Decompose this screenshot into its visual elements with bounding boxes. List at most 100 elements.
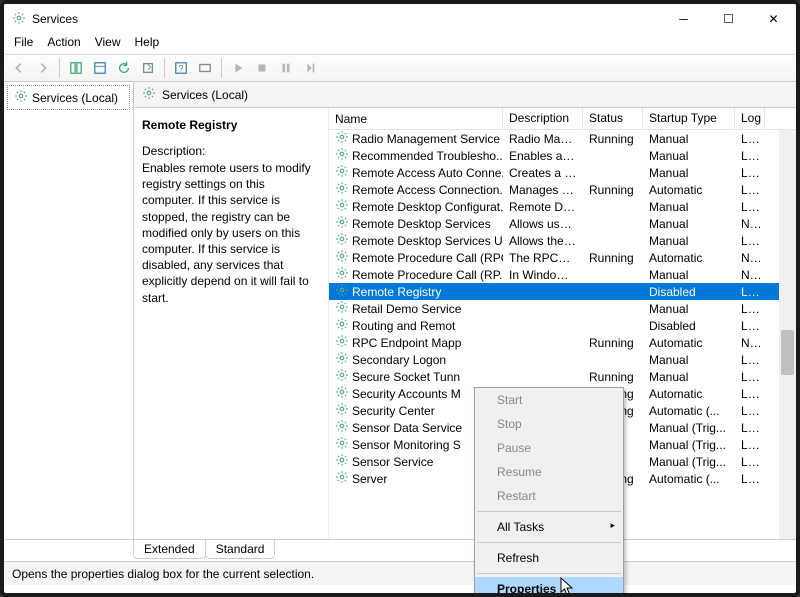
cell-status: Running	[583, 132, 643, 146]
cell-startup: Manual	[643, 132, 735, 146]
table-row[interactable]: Radio Management ServiceRadio Mana...Run…	[329, 130, 796, 147]
col-description[interactable]: Description	[503, 108, 583, 129]
ctx-properties[interactable]: Properties	[475, 577, 623, 597]
col-status[interactable]: Status	[583, 108, 643, 129]
ctx-start[interactable]: Start	[475, 388, 623, 412]
refresh-button[interactable]	[113, 57, 135, 79]
minimize-button[interactable]: ─	[661, 4, 706, 34]
show-hide-button[interactable]	[65, 57, 87, 79]
gear-icon	[335, 283, 349, 300]
window-title: Services	[32, 12, 661, 26]
cell-logon: Loca	[735, 421, 765, 435]
menu-file[interactable]: File	[14, 35, 33, 49]
menu-action[interactable]: Action	[47, 35, 80, 49]
ctx-resume[interactable]: Resume	[475, 460, 623, 484]
cell-logon: Loca	[735, 302, 765, 316]
gear-icon	[335, 402, 349, 419]
gear-icon	[335, 436, 349, 453]
forward-button[interactable]	[32, 57, 54, 79]
cell-logon: Loca	[735, 472, 765, 486]
tab-standard[interactable]: Standard	[205, 540, 276, 559]
cell-logon: Loca	[735, 132, 765, 146]
ctx-stop[interactable]: Stop	[475, 412, 623, 436]
start-service-button[interactable]	[227, 57, 249, 79]
detail-description: Enables remote users to modify registry …	[142, 160, 320, 306]
stop-service-button[interactable]	[251, 57, 273, 79]
gear-icon	[335, 385, 349, 402]
pause-service-button[interactable]	[275, 57, 297, 79]
ctx-refresh[interactable]: Refresh	[475, 546, 623, 570]
table-row[interactable]: Remote Desktop Configurat...Remote Des..…	[329, 198, 796, 215]
table-row[interactable]: Secondary LogonManualLoca	[329, 351, 796, 368]
table-row[interactable]: Retail Demo ServiceManualLoca	[329, 300, 796, 317]
cell-startup: Manual	[643, 268, 735, 282]
gear-icon	[335, 368, 349, 385]
close-button[interactable]: ✕	[751, 4, 796, 34]
grid-header: Name Description Status Startup Type Log	[329, 108, 796, 130]
cell-status: Running	[583, 370, 643, 384]
cell-logon: Loca	[735, 200, 765, 214]
menu-help[interactable]: Help	[135, 35, 160, 49]
properties-button[interactable]	[89, 57, 111, 79]
table-row[interactable]: Remote Access Auto Conne...Creates a co.…	[329, 164, 796, 181]
vertical-scrollbar[interactable]	[779, 130, 796, 561]
cell-desc: The RPCSS s...	[503, 251, 583, 265]
ctx-restart[interactable]: Restart	[475, 484, 623, 508]
table-row[interactable]: Recommended Troublesho...Enables aut...M…	[329, 147, 796, 164]
statusbar-text: Opens the properties dialog box for the …	[12, 567, 314, 581]
gear-icon	[12, 11, 26, 28]
cell-name: Secure Socket Tunn	[352, 370, 460, 384]
cell-logon: Netw	[735, 217, 765, 231]
gear-icon	[335, 351, 349, 368]
table-row[interactable]: Secure Socket TunnRunningManualLoca	[329, 368, 796, 385]
show-action-button[interactable]	[194, 57, 216, 79]
cell-logon: Loca	[735, 319, 765, 333]
gear-icon	[335, 198, 349, 215]
table-row[interactable]: RPC Endpoint MappRunningAutomaticNetw	[329, 334, 796, 351]
sidebar-item-services-local[interactable]: Services (Local)	[7, 85, 130, 110]
cell-desc: Allows user...	[503, 217, 583, 231]
cell-name: Sensor Service	[352, 455, 433, 469]
cell-logon: Loca	[735, 285, 765, 299]
cell-startup: Disabled	[643, 285, 735, 299]
cell-logon: Netw	[735, 251, 765, 265]
table-row[interactable]: Remote Procedure Call (RP...In Windows..…	[329, 266, 796, 283]
col-name[interactable]: Name	[329, 108, 503, 129]
gear-icon	[335, 249, 349, 266]
export-button[interactable]	[137, 57, 159, 79]
cell-name: Radio Management Service	[352, 132, 500, 146]
cell-logon: Loca	[735, 438, 765, 452]
table-row[interactable]: Remote Procedure Call (RPC)The RPCSS s..…	[329, 249, 796, 266]
restart-service-button[interactable]	[299, 57, 321, 79]
cell-logon: Netw	[735, 336, 765, 350]
detail-pane: Remote Registry Description: Enables rem…	[134, 108, 329, 561]
cell-name: Retail Demo Service	[352, 302, 461, 316]
gear-icon	[335, 300, 349, 317]
col-startup[interactable]: Startup Type	[643, 108, 735, 129]
col-logon[interactable]: Log	[735, 108, 765, 129]
context-menu: Start Stop Pause Resume Restart All Task…	[474, 387, 624, 597]
ctx-pause[interactable]: Pause	[475, 436, 623, 460]
table-row[interactable]: Remote Access Connection...Manages di...…	[329, 181, 796, 198]
cell-name: Sensor Monitoring S	[352, 438, 461, 452]
cell-name: Remote Desktop Services	[352, 217, 491, 231]
gear-icon	[335, 453, 349, 470]
back-button[interactable]	[8, 57, 30, 79]
table-row[interactable]: Remote Desktop Services Allows user... Man…	[329, 215, 796, 232]
gear-icon	[335, 232, 349, 249]
cell-logon: Loca	[735, 234, 765, 248]
tab-extended[interactable]: Extended	[133, 540, 206, 559]
table-row[interactable]: Remote RegistryDisabledLoca	[329, 283, 796, 300]
cell-logon: Loca	[735, 404, 765, 418]
help-button[interactable]: ?	[170, 57, 192, 79]
cell-name: Remote Procedure Call (RPC)	[352, 251, 503, 265]
cell-startup: Manual	[643, 353, 735, 367]
separator	[477, 573, 621, 574]
ctx-all-tasks[interactable]: All Tasks▸	[475, 515, 623, 539]
maximize-button[interactable]: ☐	[706, 4, 751, 34]
gear-icon	[335, 266, 349, 283]
menu-view[interactable]: View	[95, 35, 121, 49]
table-row[interactable]: Routing and RemotDisabledLoca	[329, 317, 796, 334]
table-row[interactable]: Remote Desktop Services U...Allows the r…	[329, 232, 796, 249]
cell-startup: Manual	[643, 217, 735, 231]
